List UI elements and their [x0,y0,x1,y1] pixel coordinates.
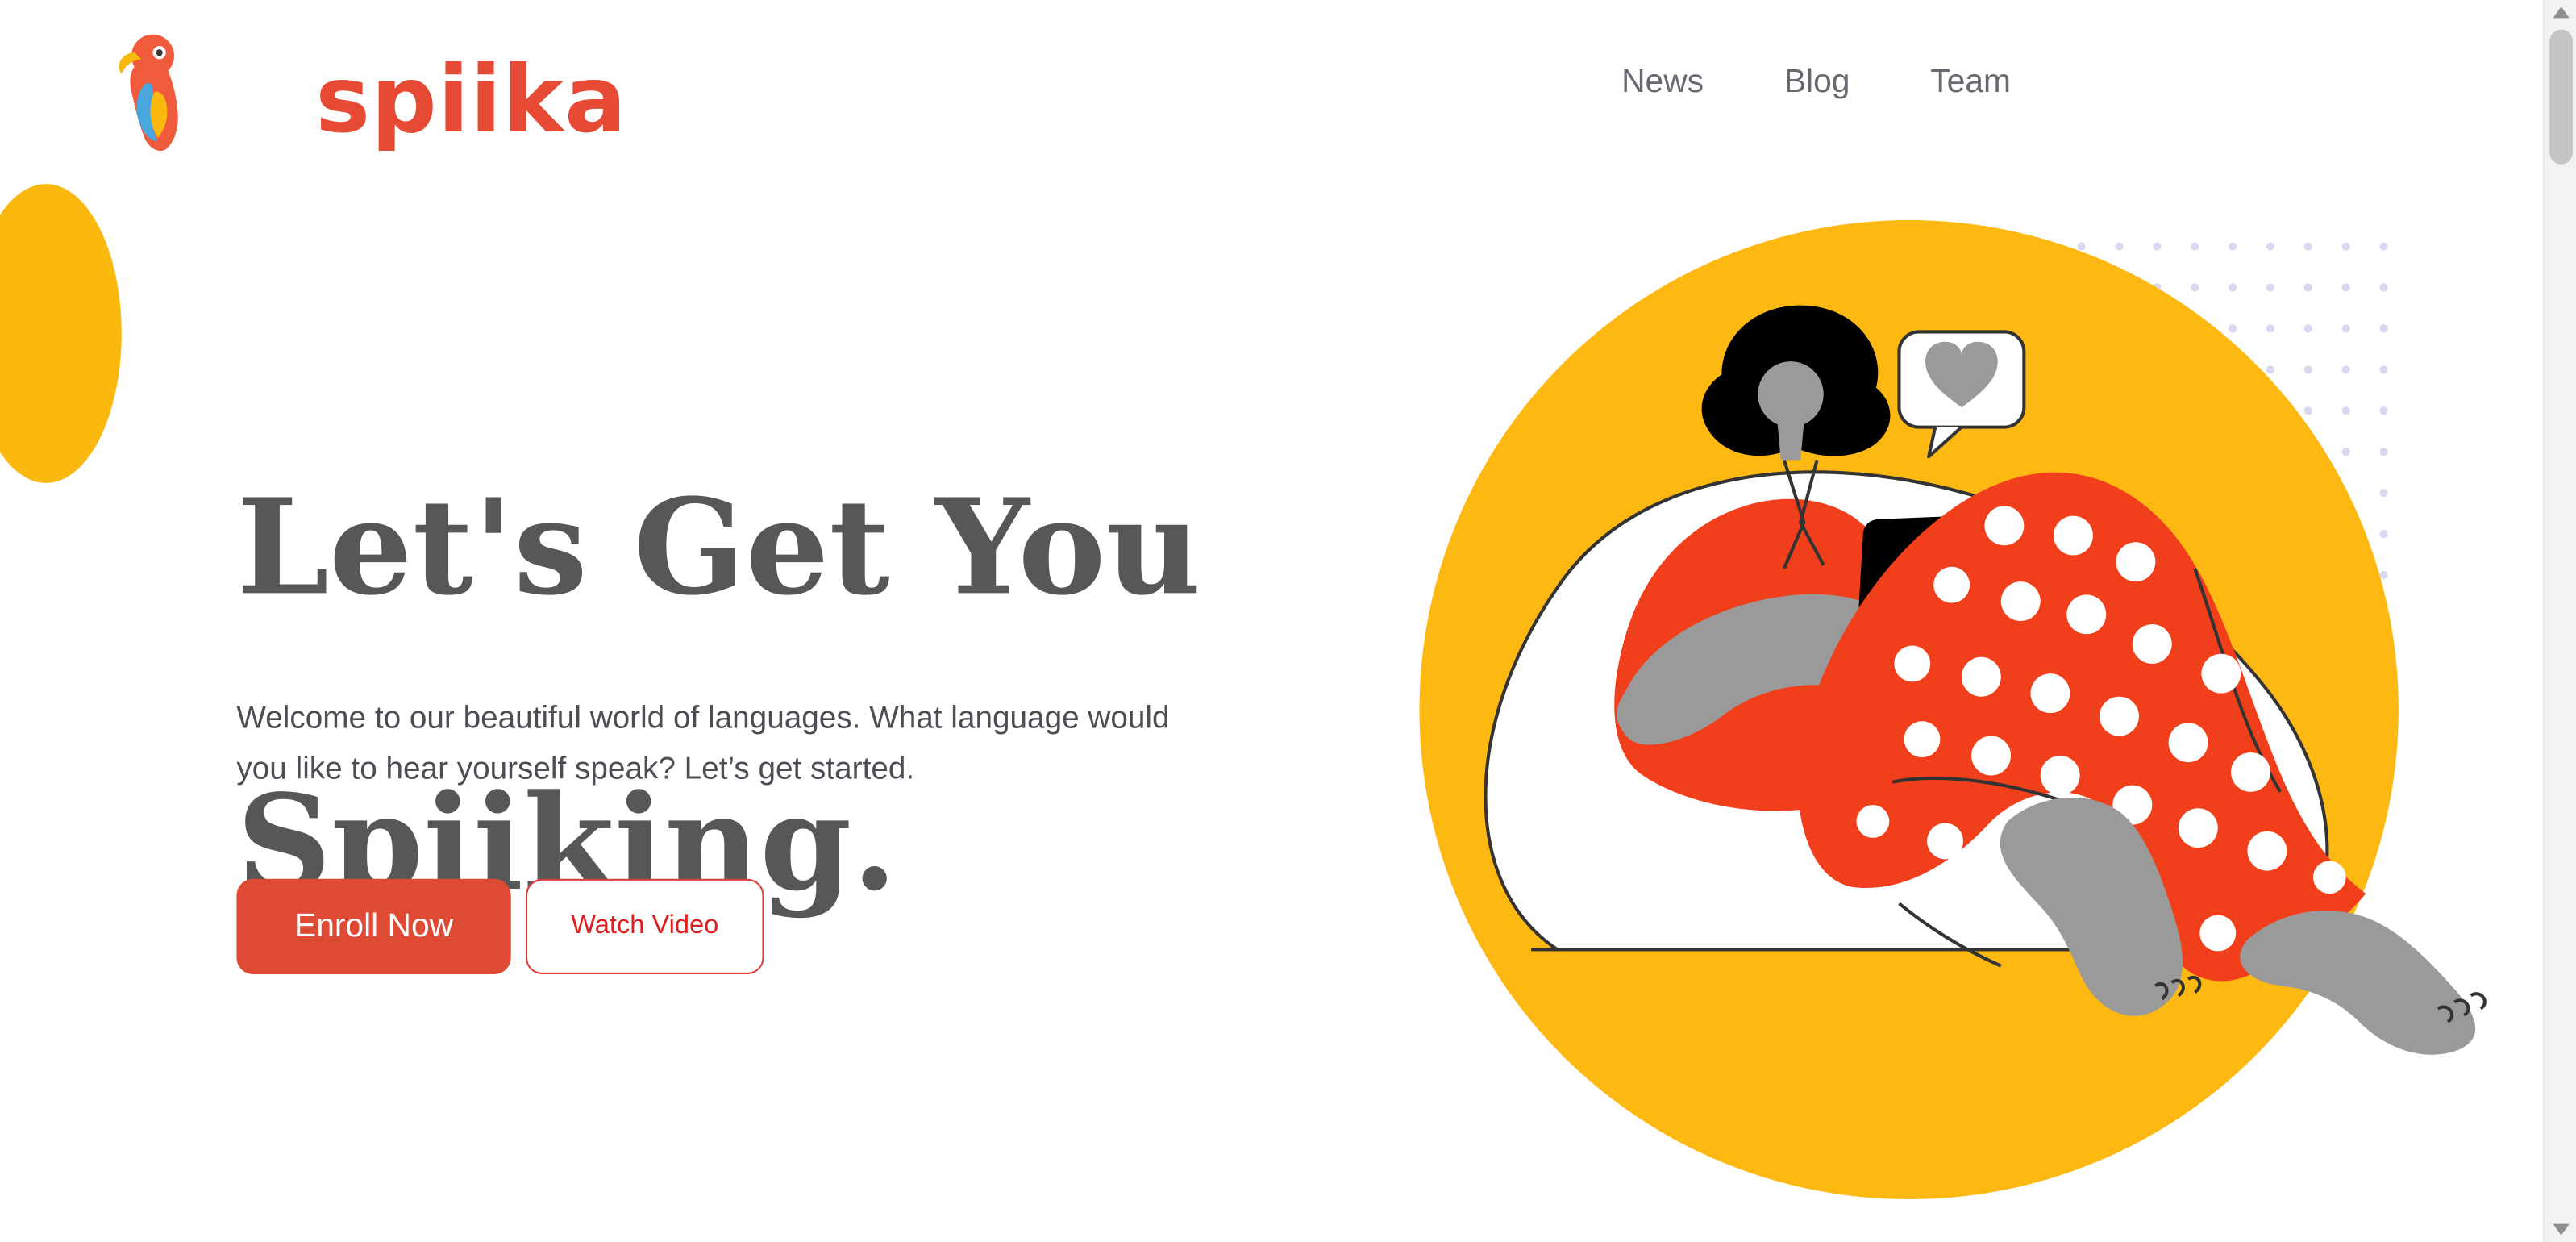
nav-team[interactable]: Team [1930,65,2011,98]
nav-news[interactable]: News [1621,65,1704,98]
logo-wordmark: spiika [315,48,628,155]
parrot-icon [119,34,178,151]
person-neck [1777,423,1804,461]
hero-illustration [1419,219,2487,1200]
scroll-thumb[interactable] [2549,29,2573,165]
enroll-now-button[interactable]: Enroll Now [236,878,511,974]
decorative-circle [0,184,122,483]
person-face [1758,361,1824,427]
logo[interactable]: spiika [108,30,626,158]
top-nav: News Blog Team [1621,65,2011,98]
watch-video-button[interactable]: Watch Video [526,878,764,974]
hero-subtitle: Welcome to our beautiful world of langua… [236,701,1170,787]
page: spiika News Blog Team Let's Get You Spii… [0,0,2576,1242]
hero-title-line-1: Let's Get You [236,469,1201,625]
scroll-up-arrow-icon[interactable] [2553,6,2570,19]
scrollbar[interactable] [2543,0,2576,1242]
nav-blog[interactable]: Blog [1784,65,1850,98]
scroll-down-arrow-icon[interactable] [2553,1223,2570,1236]
